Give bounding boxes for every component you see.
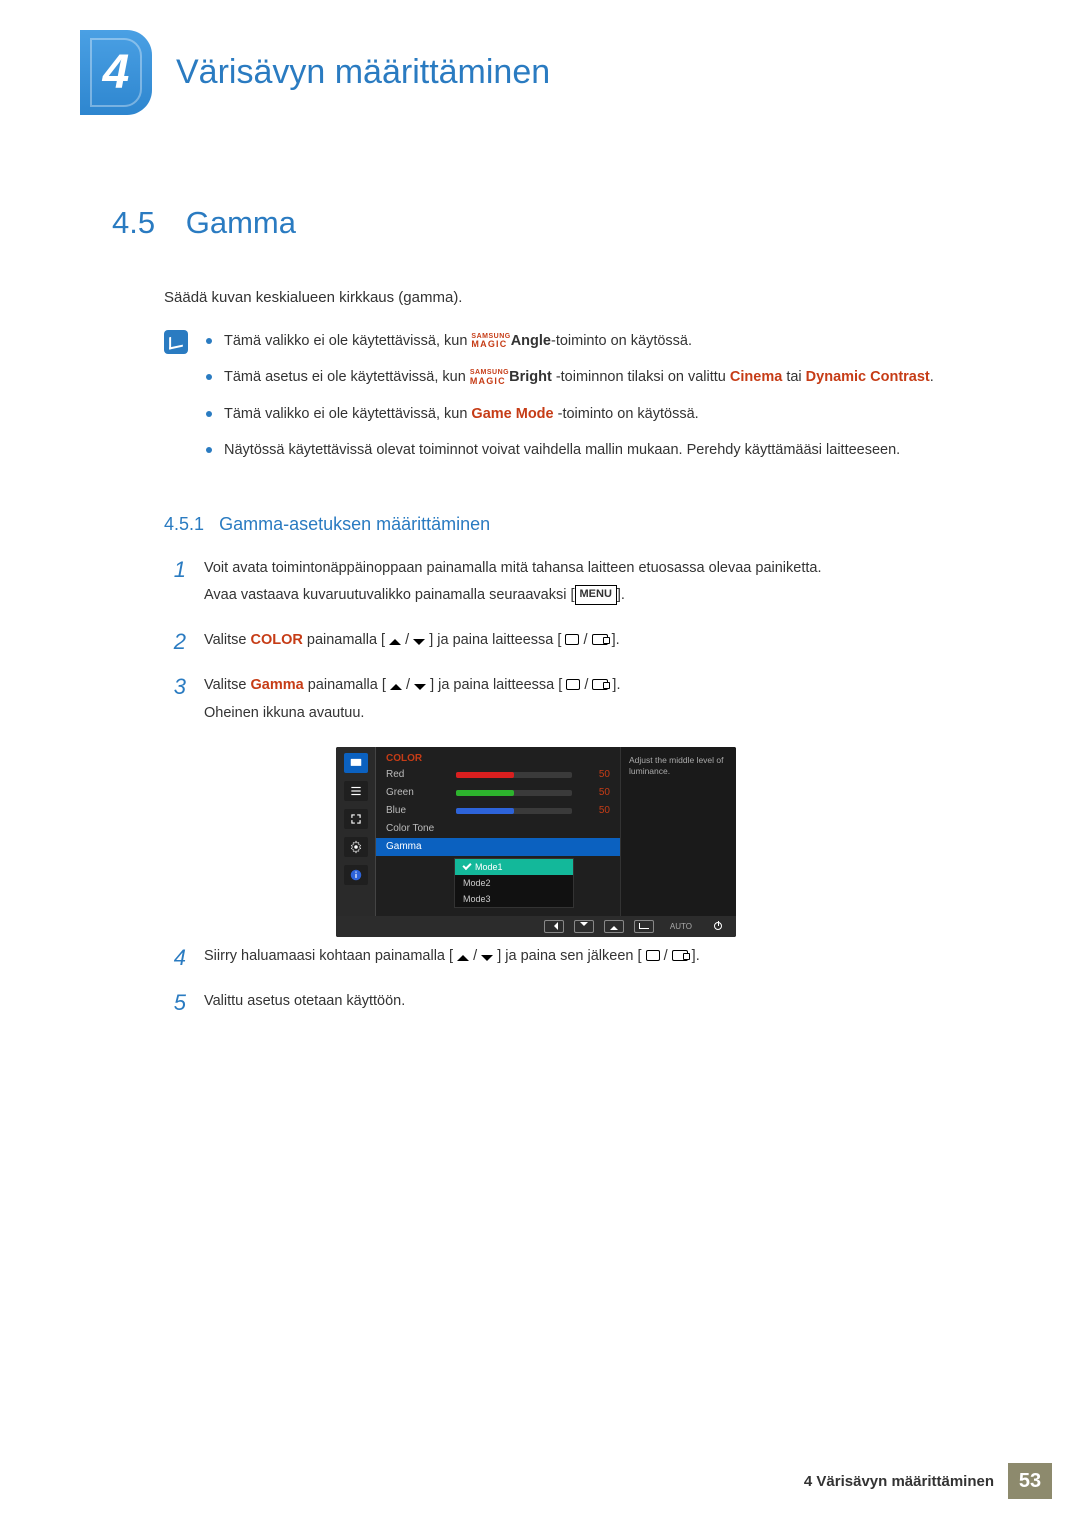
step-number: 3 <box>164 674 186 728</box>
osd-sidebar <box>336 747 376 916</box>
osd-hint: Adjust the middle level of luminance. <box>620 747 736 916</box>
chapter-number: 4 <box>103 45 130 100</box>
source-icon <box>565 634 579 645</box>
osd-foot-up-icon[interactable] <box>604 920 624 933</box>
osd-row-blue[interactable]: Blue 50 <box>376 802 620 820</box>
triangle-up-icon <box>457 955 469 961</box>
section-number: 4.5 <box>112 205 155 240</box>
step: 2 Valitse COLOR painamalla [ / ] ja pain… <box>164 629 990 656</box>
osd-nav-picture-icon[interactable] <box>344 753 368 773</box>
note-item: Näytössä käytettävissä olevat toiminnot … <box>206 439 934 461</box>
osd-nav-list-icon[interactable] <box>344 781 368 801</box>
chapter-number-badge: 4 <box>80 30 152 115</box>
note-item: Tämä valikko ei ole käytettävissä, kun S… <box>206 330 934 352</box>
step-number: 4 <box>164 945 186 972</box>
osd-main: COLOR Red 50 Green 50 <box>376 747 620 916</box>
step: 3 Valitse Gamma painamalla [ / ] ja pain… <box>164 674 990 728</box>
section-title: Gamma <box>186 205 296 240</box>
step-text: Siirry haluamaasi kohtaan painamalla [ /… <box>204 945 700 968</box>
triangle-down-icon <box>414 684 426 690</box>
samsung-magic-logo: SAMSUNG MAGIC <box>471 334 510 348</box>
osd-foot-down-icon[interactable] <box>574 920 594 933</box>
section-lead: Säädä kuvan keskialueen kirkkaus (gamma)… <box>164 289 990 306</box>
osd-nav-info-icon[interactable] <box>344 865 368 885</box>
chapter-header: 4 Värisävyn määrittäminen <box>0 0 1080 115</box>
enter-icon <box>672 950 688 961</box>
osd-panel-title: COLOR <box>376 747 620 766</box>
note-list: Tämä valikko ei ole käytettävissä, kun S… <box>206 330 934 476</box>
triangle-down-icon <box>481 955 493 961</box>
footer-page-number: 53 <box>1008 1463 1052 1499</box>
page-footer: 4 Värisävyn määrittäminen 53 <box>804 1463 1052 1499</box>
samsung-magic-logo: SAMSUNG MAGIC <box>470 370 509 384</box>
source-icon <box>566 679 580 690</box>
osd-nav-settings-icon[interactable] <box>344 837 368 857</box>
osd-foot-power-icon[interactable] <box>708 920 728 933</box>
osd-gamma-dropdown: Mode1 Mode2 Mode3 <box>454 858 574 908</box>
step-number: 1 <box>164 557 186 611</box>
step: 4 Siirry haluamaasi kohtaan painamalla [… <box>164 945 990 972</box>
osd-row-green[interactable]: Green 50 <box>376 784 620 802</box>
note-item: Tämä asetus ei ole käytettävissä, kun SA… <box>206 366 934 388</box>
subsection-number: 4.5.1 <box>164 514 204 534</box>
step-number: 2 <box>164 629 186 656</box>
osd-foot-enter-icon[interactable] <box>634 920 654 933</box>
step: 5 Valittu asetus otetaan käyttöön. <box>164 990 990 1017</box>
section-heading: 4.5 Gamma <box>112 205 990 241</box>
enter-icon <box>592 679 608 690</box>
osd-foot-left-icon[interactable] <box>544 920 564 933</box>
triangle-down-icon <box>413 639 425 645</box>
osd-option-mode2[interactable]: Mode2 <box>455 875 573 891</box>
step-text: Valittu asetus otetaan käyttöön. <box>204 990 405 1013</box>
footer-text: 4 Värisävyn määrittäminen <box>804 1473 1008 1490</box>
triangle-up-icon <box>389 639 401 645</box>
osd-footer: AUTO <box>336 916 736 937</box>
note-icon <box>164 330 188 354</box>
step-text: Oheinen ikkuna avautuu. <box>204 702 620 725</box>
enter-icon <box>592 634 608 645</box>
step-text: Valitse Gamma painamalla [ / ] ja paina … <box>204 674 620 697</box>
subsection-title: Gamma-asetuksen määrittäminen <box>219 514 490 534</box>
osd-row-colortone[interactable]: Color Tone <box>376 820 620 838</box>
osd-nav-size-icon[interactable] <box>344 809 368 829</box>
step-text: Voit avata toimintonäppäinoppaan painama… <box>204 557 821 580</box>
osd-option-mode1[interactable]: Mode1 <box>455 859 573 875</box>
osd-foot-auto[interactable]: AUTO <box>664 922 698 931</box>
step-text: Valitse COLOR painamalla [ / ] ja paina … <box>204 629 620 652</box>
subsection-heading: 4.5.1 Gamma-asetuksen määrittäminen <box>164 514 990 535</box>
triangle-up-icon <box>390 684 402 690</box>
osd-row-gamma[interactable]: Gamma <box>376 838 620 856</box>
step-text: Avaa vastaava kuvaruutuvalikko painamall… <box>204 584 821 607</box>
step-number: 5 <box>164 990 186 1017</box>
osd-option-mode3[interactable]: Mode3 <box>455 891 573 907</box>
note-item: Tämä valikko ei ole käytettävissä, kun G… <box>206 403 934 425</box>
menu-key-icon: MENU <box>575 585 617 605</box>
step: 1 Voit avata toimintonäppäinoppaan paina… <box>164 557 990 611</box>
osd-row-red[interactable]: Red 50 <box>376 766 620 784</box>
source-icon <box>646 950 660 961</box>
chapter-title: Värisävyn määrittäminen <box>176 53 550 92</box>
osd-window: COLOR Red 50 Green 50 <box>336 747 736 937</box>
check-icon <box>462 861 471 870</box>
